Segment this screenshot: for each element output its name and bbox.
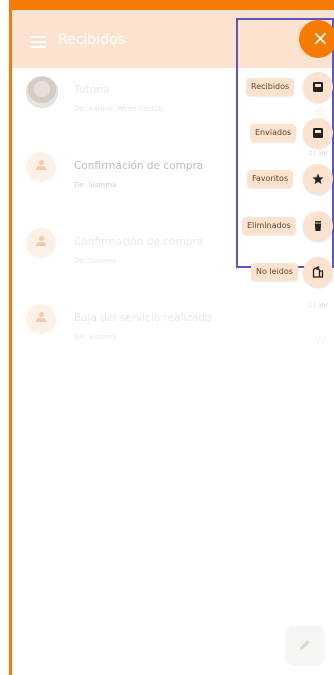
message-subject: Baja del servicio realizado (74, 312, 212, 324)
message-subject: Confirmación de compra (74, 160, 204, 172)
avatar (26, 228, 56, 258)
menu-icon[interactable] (30, 36, 46, 48)
avatar (26, 152, 56, 182)
message-subject: Confirmación de compra (74, 236, 204, 248)
action-label[interactable]: Recibidos (246, 78, 295, 96)
compose-button[interactable] (286, 626, 324, 664)
action-button[interactable] (303, 72, 333, 102)
action-label[interactable]: No leidos (251, 263, 298, 281)
action-label[interactable]: Enviados (250, 124, 297, 142)
action-button[interactable] (303, 257, 333, 287)
message-sender: De: Sistema (74, 333, 117, 341)
message-row[interactable]: Baja del servicio realizado De: Sistema … (12, 296, 334, 372)
message-subject: Tutoria (74, 84, 110, 96)
star-outline-icon[interactable]: ☆ (314, 334, 326, 347)
mailbox-icon (312, 266, 324, 278)
star-icon (312, 173, 324, 184)
action-label[interactable]: Eliminados (242, 217, 296, 235)
inbox-icon (313, 82, 323, 92)
action-button[interactable] (303, 211, 333, 241)
trash-icon (314, 221, 322, 231)
action-button[interactable] (303, 164, 333, 194)
left-border (0, 0, 12, 675)
message-date: 11 abr (308, 302, 329, 309)
avatar (26, 76, 58, 108)
avatar (26, 304, 56, 334)
app-screen: Recibidos Tutoria De: Antonio Pérez Cast… (0, 0, 334, 675)
close-speed-dial-button[interactable]: × (299, 20, 334, 58)
message-sender: De: Antonio Pérez Castillo (74, 105, 165, 113)
action-button[interactable] (303, 118, 333, 148)
close-icon: × (312, 26, 329, 50)
page-title: Recibidos (58, 32, 125, 48)
message-sender: De: Sistema (74, 257, 117, 265)
pencil-icon (300, 640, 310, 650)
outbox-icon (313, 128, 323, 138)
message-sender: De: Sistema (74, 181, 117, 189)
action-label[interactable]: Favoritos (247, 170, 294, 188)
status-strip (12, 0, 334, 10)
